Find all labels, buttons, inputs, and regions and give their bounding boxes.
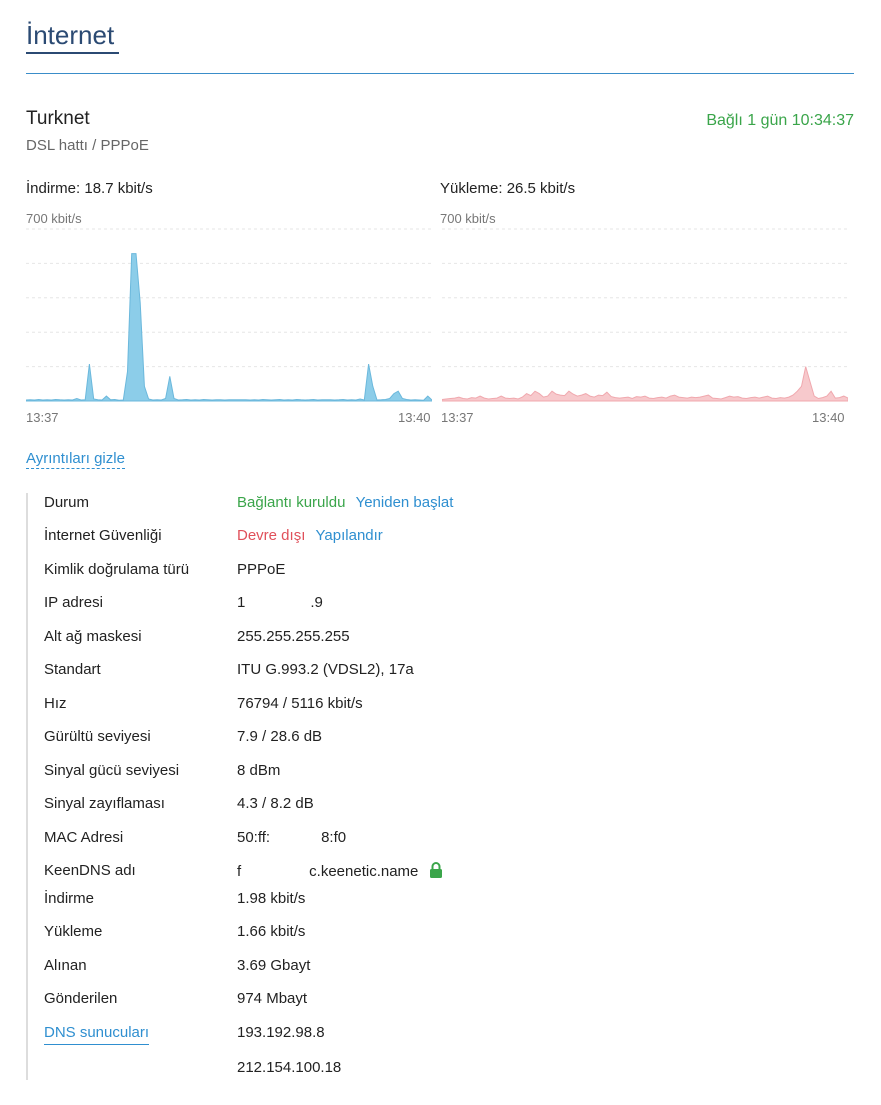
details-row-dns-2: 212.154.100.18 bbox=[44, 1059, 844, 1083]
status-connected: Bağlantı kuruldu bbox=[237, 494, 346, 511]
configure-link[interactable]: Yapılandır bbox=[316, 527, 383, 544]
connection-uptime: Bağlı 1 gün 10:34:37 bbox=[706, 112, 854, 129]
details-row-auth: Kimlik doğrulama türü PPPoE bbox=[44, 561, 844, 585]
details-row-sent: Gönderilen 974 Mbayt bbox=[44, 990, 844, 1014]
upload-value: 1.66 kbit/s bbox=[237, 923, 306, 940]
details-row-mac: MAC Adresi 50:ff: 8:f0 bbox=[44, 829, 844, 853]
provider-name: Turknet bbox=[26, 108, 90, 129]
details-row-signal: Sinyal gücü seviyesi 8 dBm bbox=[44, 762, 844, 786]
download-time-end: 13:40 bbox=[398, 410, 431, 425]
mask-label: Alt ağ maskesi bbox=[44, 628, 142, 645]
standard-value: ITU G.993.2 (VDSL2), 17a bbox=[237, 661, 414, 678]
attenuation-label: Sinyal zayıflaması bbox=[44, 795, 165, 812]
download-value: 1.98 kbit/s bbox=[237, 890, 306, 907]
ip-value: 1.9 bbox=[237, 594, 323, 611]
status-label: Durum bbox=[44, 494, 90, 511]
lock-icon bbox=[429, 862, 443, 882]
restart-link[interactable]: Yeniden başlat bbox=[356, 494, 454, 511]
upload-time-end: 13:40 bbox=[812, 410, 845, 425]
signal-value: 8 dBm bbox=[237, 762, 281, 779]
dns-server-2: 212.154.100.18 bbox=[237, 1059, 342, 1076]
details-row-speed: Hız 76794 / 5116 kbit/s bbox=[44, 695, 844, 719]
keendns-label: KeenDNS adı bbox=[44, 862, 136, 879]
dns-servers-link[interactable]: DNS sunucuları bbox=[44, 1024, 150, 1045]
hide-details-link[interactable]: Ayrıntıları gizle bbox=[26, 450, 125, 469]
upload-scale: 700 kbit/s bbox=[440, 211, 496, 226]
keendns-value-start: f bbox=[237, 863, 242, 880]
security-disabled: Devre dışı bbox=[237, 527, 306, 544]
keendns-value: f c.keenetic.name bbox=[237, 862, 443, 882]
line-type: DSL hattı / PPPoE bbox=[26, 137, 149, 154]
details-row-ip: IP adresi 1.9 bbox=[44, 594, 844, 618]
details-row-mask: Alt ağ maskesi 255.255.255.255 bbox=[44, 628, 844, 652]
speed-value: 76794 / 5116 kbit/s bbox=[237, 695, 363, 712]
upload-chart bbox=[442, 228, 848, 402]
mac-label: MAC Adresi bbox=[44, 829, 124, 846]
security-value: Devre dışı Yapılandır bbox=[237, 527, 383, 544]
details-row-upload: Yükleme 1.66 kbit/s bbox=[44, 923, 844, 947]
mac-value-start: 50:ff: bbox=[237, 829, 271, 846]
upload-time-start: 13:37 bbox=[441, 410, 474, 425]
auth-value: PPPoE bbox=[237, 561, 286, 578]
details-row-download: İndirme 1.98 kbit/s bbox=[44, 890, 844, 914]
download-label: İndirme bbox=[44, 890, 95, 907]
ip-value-end: .9 bbox=[310, 594, 323, 611]
page-title: İnternet bbox=[26, 20, 115, 50]
title-underline bbox=[26, 52, 119, 54]
download-area bbox=[26, 253, 432, 402]
mask-value: 255.255.255.255 bbox=[237, 628, 350, 645]
standard-label: Standart bbox=[44, 661, 101, 678]
download-chart bbox=[26, 228, 432, 402]
ip-label: IP adresi bbox=[44, 594, 103, 611]
details-left-border bbox=[26, 493, 28, 1080]
download-scale: 700 kbit/s bbox=[26, 211, 82, 226]
upload-label: Yükleme bbox=[44, 923, 103, 940]
mac-value-end: 8:f0 bbox=[321, 829, 347, 846]
attenuation-value: 4.3 / 8.2 dB bbox=[237, 795, 314, 812]
upload-rate: Yükleme: 26.5 kbit/s bbox=[440, 180, 576, 197]
security-label: İnternet Güvenliği bbox=[44, 527, 162, 544]
received-value: 3.69 Gbayt bbox=[237, 957, 311, 974]
sent-value: 974 Mbayt bbox=[237, 990, 308, 1007]
header-divider bbox=[26, 73, 854, 74]
status-value: Bağlantı kuruldu Yeniden başlat bbox=[237, 494, 453, 511]
details-row-security: İnternet Güvenliği Devre dışı Yapılandır bbox=[44, 527, 844, 551]
noise-label: Gürültü seviyesi bbox=[44, 728, 151, 745]
ip-value-start: 1 bbox=[237, 594, 246, 611]
details-row-status: Durum Bağlantı kuruldu Yeniden başlat bbox=[44, 494, 844, 518]
auth-label: Kimlik doğrulama türü bbox=[44, 561, 190, 578]
received-label: Alınan bbox=[44, 957, 87, 974]
sent-label: Gönderilen bbox=[44, 990, 118, 1007]
details-row-dns: DNS sunucuları 193.192.98.8 bbox=[44, 1024, 844, 1048]
download-rate: İndirme: 18.7 kbit/s bbox=[26, 180, 153, 197]
dns-server-1: 193.192.98.8 bbox=[237, 1024, 325, 1041]
mac-value: 50:ff: 8:f0 bbox=[237, 829, 346, 846]
keendns-value-end: c.keenetic.name bbox=[309, 863, 419, 880]
noise-value: 7.9 / 28.6 dB bbox=[237, 728, 323, 745]
download-time-start: 13:37 bbox=[26, 410, 59, 425]
details-row-attenuation: Sinyal zayıflaması 4.3 / 8.2 dB bbox=[44, 795, 844, 819]
details-row-keendns: KeenDNS adı f c.keenetic.name bbox=[44, 862, 844, 886]
upload-area bbox=[442, 366, 848, 402]
details-row-received: Alınan 3.69 Gbayt bbox=[44, 957, 844, 981]
details-row-noise: Gürültü seviyesi 7.9 / 28.6 dB bbox=[44, 728, 844, 752]
signal-label: Sinyal gücü seviyesi bbox=[44, 762, 180, 779]
speed-label: Hız bbox=[44, 695, 67, 712]
details-row-standard: Standart ITU G.993.2 (VDSL2), 17a bbox=[44, 661, 844, 685]
